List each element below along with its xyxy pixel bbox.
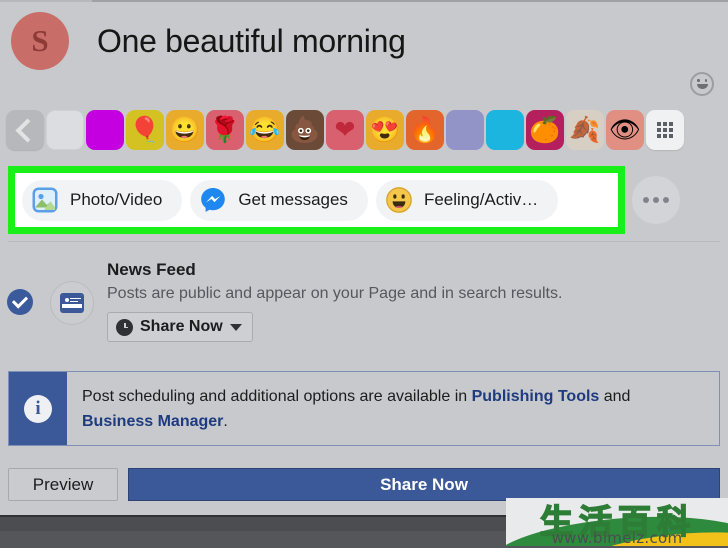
top-divider [0,0,728,2]
smiley-face-glyph [694,76,710,92]
avatar: S [11,12,69,70]
facebook-page-composer: S One beautiful morning 🎈 😀 🌹 😂 💩 ❤ 😍 🔥 … [0,0,728,548]
sticker-balloon[interactable]: 🎈 [126,110,164,150]
news-feed-description: Posts are public and appear on your Page… [107,285,563,302]
image-icon [31,186,59,214]
get-messages-button[interactable]: Get messages [190,179,368,221]
smiley-right-eye [704,79,707,82]
sticker-poop[interactable]: 💩 [286,110,324,150]
share-timing-label: Share Now [140,318,223,335]
sticker-recent-button[interactable] [46,110,84,150]
emoji-picker-toggle-icon[interactable] [690,72,714,96]
photo-video-button[interactable]: Photo/Video [22,179,183,221]
sticker-fire[interactable]: 🔥 [406,110,444,150]
info-banner-strip: i [9,372,67,445]
action-row-divider [8,241,720,242]
sticker-strip: 🎈 😀 🌹 😂 💩 ❤ 😍 🔥 🍊 🍂 👁 [0,104,728,156]
sticker-joy[interactable]: 😂 [246,110,284,150]
composer-header: S One beautiful morning [0,8,728,74]
more-options-button[interactable] [632,176,680,224]
news-feed-icon [60,293,84,313]
news-feed-icon-line-1 [70,297,81,299]
watermark-url: www.bimeiz.com [551,529,683,546]
info-banner-text: Post scheduling and additional options a… [67,372,719,445]
grid-icon [657,122,673,138]
sticker-eye[interactable]: 👁 [606,110,644,150]
sticker-rose[interactable]: 🌹 [206,110,244,150]
watermark: 生活百科 www.bimeiz.com [506,498,728,546]
chevron-left-icon [15,117,40,143]
news-feed-icon-dot [64,297,69,302]
smiley-left-eye [697,79,700,82]
dot-2 [653,197,659,203]
check-glyph [11,292,29,309]
sticker-purple[interactable] [86,110,124,150]
sticker-cube[interactable] [446,110,484,150]
info-text-after: . [223,413,228,430]
sticker-cyan[interactable] [486,110,524,150]
messenger-icon [199,186,227,214]
feeling-activity-button[interactable]: Feeling/Activ… [375,179,559,221]
news-feed-avatar [50,281,94,325]
business-manager-link[interactable]: Business Manager [82,413,223,430]
action-buttons-row: Photo/Video Get messages Feeling/Activ… [15,173,618,227]
info-banner: i Post scheduling and additional options… [8,371,720,446]
share-now-button[interactable]: Share Now [128,468,720,501]
dot-3 [663,197,669,203]
sticker-orange-fruit[interactable]: 🍊 [526,110,564,150]
all-stickers-grid-button[interactable] [646,110,684,150]
smiley-icon [385,186,413,214]
smiley-mouth [696,84,708,89]
news-feed-title: News Feed [107,260,196,279]
publishing-tools-link[interactable]: Publishing Tools [472,388,600,405]
clock-icon [116,318,133,336]
info-text-before: Post scheduling and additional options a… [82,388,472,405]
sticker-palm-leaf[interactable]: 🍂 [566,110,604,150]
news-feed-icon-bar [62,308,82,311]
feeling-activity-label: Feeling/Activ… [423,190,539,209]
sticker-heart-eyes[interactable]: 😍 [366,110,404,150]
get-messages-label: Get messages [238,190,348,209]
news-feed-selected-check-icon[interactable] [7,289,33,315]
share-timing-dropdown[interactable]: Share Now [107,312,253,342]
sticker-heart[interactable]: ❤ [326,110,364,150]
composer-status-text[interactable]: One beautiful morning [97,23,406,60]
info-text-middle: and [599,388,631,405]
action-buttons-highlight: Photo/Video Get messages Feeling/Activ… [8,166,625,234]
photo-video-label: Photo/Video [70,190,163,209]
news-feed-icon-line-2 [70,300,78,302]
chevron-down-icon [229,323,242,331]
sticker-grin[interactable]: 😀 [166,110,204,150]
news-feed-audience-row: News Feed Posts are public and appear on… [0,255,728,355]
sticker-back-button[interactable] [6,110,44,150]
dot-1 [643,197,649,203]
preview-button[interactable]: Preview [8,468,118,501]
info-icon: i [24,394,52,423]
